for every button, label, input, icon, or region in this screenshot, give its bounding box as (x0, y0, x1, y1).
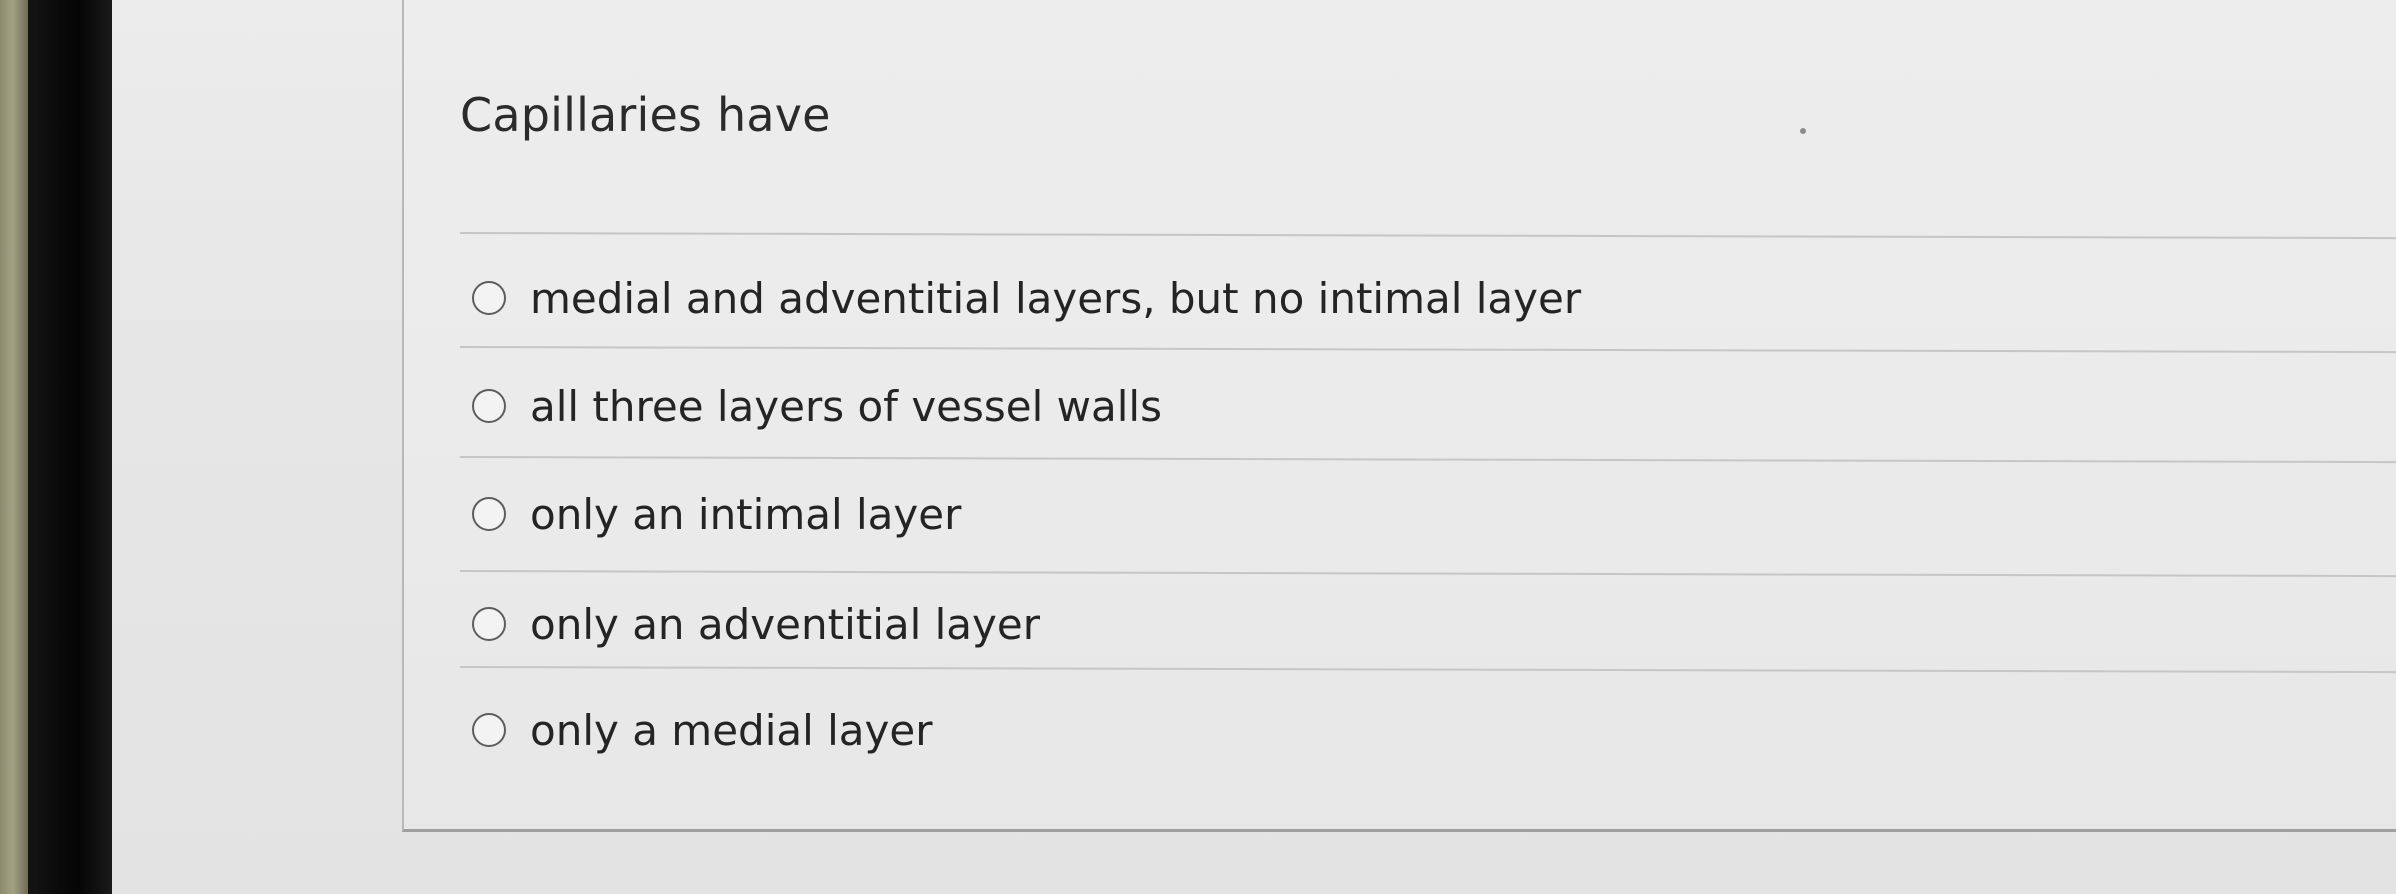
screen-speck (1800, 128, 1806, 134)
answer-option-2[interactable]: all three layers of vessel walls (472, 376, 1162, 436)
answer-option-label: medial and adventitial layers, but no in… (530, 273, 1582, 323)
answer-option-label: only an intimal layer (530, 489, 962, 539)
monitor-bezel-edge (0, 0, 28, 894)
answer-option-5[interactable]: only a medial layer (472, 700, 933, 760)
radio-button-icon[interactable] (472, 607, 506, 641)
radio-button-icon[interactable] (472, 389, 506, 423)
answer-option-label: only a medial layer (530, 705, 933, 755)
radio-button-icon[interactable] (472, 497, 506, 531)
radio-button-icon[interactable] (472, 281, 506, 315)
answer-option-3[interactable]: only an intimal layer (472, 484, 961, 544)
answer-option-1[interactable]: medial and adventitial layers, but no in… (472, 268, 1581, 328)
answer-option-4[interactable]: only an adventitial layer (472, 594, 1040, 654)
answer-option-label: all three layers of vessel walls (530, 381, 1162, 431)
monitor-bezel (28, 0, 112, 894)
question-text: Capillaries have (460, 88, 831, 142)
answer-option-label: only an adventitial layer (530, 599, 1041, 649)
radio-button-icon[interactable] (472, 713, 506, 747)
screen: Capillaries have medial and adventitial … (112, 0, 2396, 894)
